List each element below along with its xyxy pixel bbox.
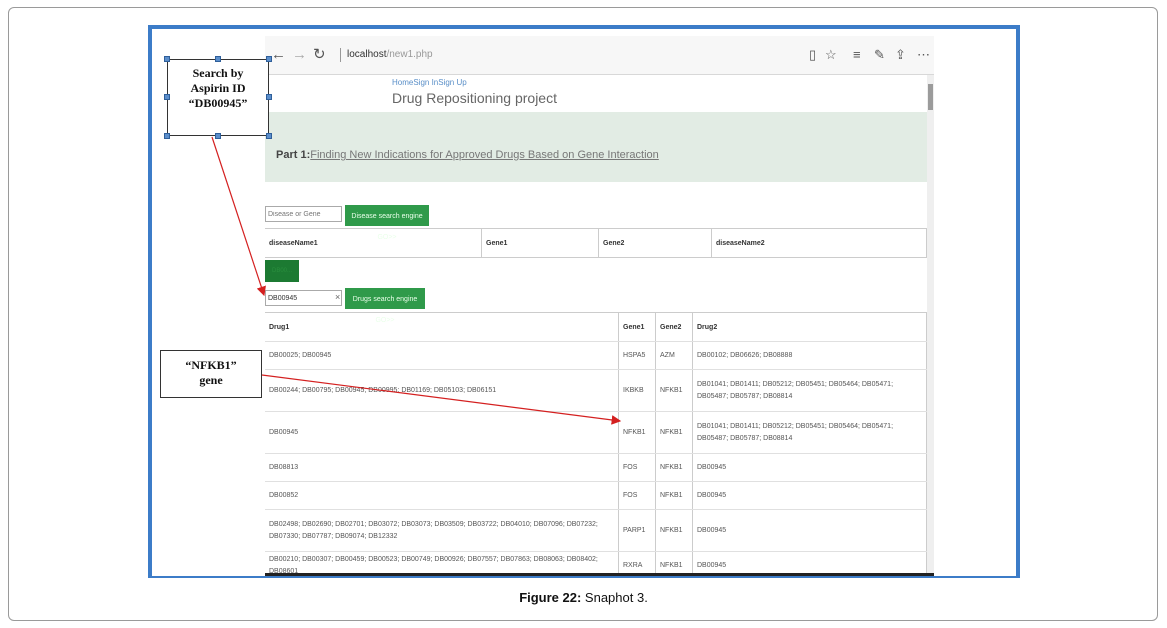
resize-handle [266, 94, 272, 100]
hub-icon[interactable]: ≡ [853, 46, 861, 64]
col-drug1: Drug1 [265, 312, 619, 342]
cell-drug2: DB00945 [692, 509, 927, 552]
scrollbar-track[interactable] [927, 75, 934, 576]
cell-drug1: DB00945 [265, 411, 619, 454]
refresh-icon[interactable]: ↻ [313, 46, 326, 64]
cell-drug1: DB08813 [265, 453, 619, 482]
more-icon[interactable]: ⋯ [917, 46, 930, 64]
callout-line: “NFKB1” [185, 358, 237, 372]
resize-handle [164, 56, 170, 62]
top-nav[interactable]: HomeSign InSign Up [392, 78, 467, 87]
page-title: Drug Repositioning project [392, 90, 557, 106]
cell-drug2: DB00945 [692, 481, 927, 510]
table-row: DB08813 FOS NFKB1 DB00945 [265, 453, 927, 482]
back-icon[interactable]: ← [271, 46, 286, 64]
cell-gene1: NFKB1 [618, 411, 656, 454]
selected-drug-chip[interactable]: DB00... [265, 260, 299, 282]
callout-line: Aspirin ID [190, 81, 246, 95]
web-note-icon[interactable]: ✎ [874, 46, 885, 64]
nfkb1-callout: “NFKB1” gene [160, 350, 262, 398]
cell-gene2: AZM [655, 341, 693, 370]
address-bar[interactable]: localhost/new1.php [340, 48, 433, 62]
address-host: localhost [347, 49, 387, 60]
caption-label: Figure 22: [519, 590, 582, 605]
scrollbar-thumb[interactable] [928, 84, 933, 110]
banner-text: Part 1:Finding New Indications for Appro… [276, 149, 659, 161]
cell-gene1: PARP1 [618, 509, 656, 552]
cell-drug2: DB00945 [692, 453, 927, 482]
cell-drug1: DB00025; DB00945 [265, 341, 619, 370]
cell-drug2: DB01041; DB01411; DB05212; DB05451; DB05… [692, 369, 927, 412]
disease-search-button[interactable]: Disease search engine GO>> [345, 205, 429, 241]
table-row: DB00852 FOS NFKB1 DB00945 [265, 481, 927, 510]
drug-search-button[interactable]: Drugs search engine GO>> [345, 288, 425, 324]
cell-gene1: FOS [618, 453, 656, 482]
resize-handle [164, 94, 170, 100]
browser-toolbar: ← → ↻ localhost/new1.php ▯ ☆ ≡ ✎ ⇪ ⋯ [265, 36, 934, 75]
col-gene2: Gene2 [598, 228, 712, 258]
cell-gene2: NFKB1 [655, 509, 693, 552]
table-row: DB00244; DB00795; DB00945; DB00995; DB01… [265, 369, 927, 412]
col-gene1: Gene1 [481, 228, 599, 258]
window-bottom-edge [265, 573, 934, 576]
cell-drug1: DB00244; DB00795; DB00945; DB00995; DB01… [265, 369, 619, 412]
browser-window: ← → ↻ localhost/new1.php ▯ ☆ ≡ ✎ ⇪ ⋯ Hom… [265, 36, 934, 576]
cell-drug2: DB00102; DB06626; DB08888 [692, 341, 927, 370]
share-icon[interactable]: ⇪ [895, 46, 906, 64]
callout-line: Search by [192, 66, 244, 80]
banner-part: Part 1: [276, 149, 311, 161]
cell-gene2: NFKB1 [655, 369, 693, 412]
aspirin-callout: Search by Aspirin ID “DB00945” [167, 59, 269, 136]
col-gene2: Gene2 [655, 312, 693, 342]
reading-view-icon[interactable]: ▯ [809, 46, 816, 64]
callout-line: gene [199, 373, 223, 387]
col-diseasename2: diseaseName2 [711, 228, 927, 258]
cell-drug1: DB00852 [265, 481, 619, 510]
col-gene1: Gene1 [618, 312, 656, 342]
cell-drug2: DB01041; DB01411; DB05212; DB05451; DB05… [692, 411, 927, 454]
header-banner: Part 1:Finding New Indications for Appro… [265, 112, 927, 182]
cell-gene2: NFKB1 [655, 453, 693, 482]
cell-gene1: IKBKB [618, 369, 656, 412]
drug-results-table: Drug1 Gene1 Gene2 Drug2 DB00025; DB00945… [265, 312, 927, 576]
resize-handle [164, 133, 170, 139]
table-row: DB02498; DB02690; DB02701; DB03072; DB03… [265, 509, 927, 552]
col-drug2: Drug2 [692, 312, 927, 342]
banner-subtitle: Finding New Indications for Approved Dru… [310, 149, 659, 161]
disease-search-input[interactable] [265, 206, 342, 222]
cell-gene1: FOS [618, 481, 656, 510]
forward-icon[interactable]: → [292, 46, 307, 64]
favorite-star-icon[interactable]: ☆ [825, 46, 837, 64]
caption-text: Snaphot 3. [581, 590, 648, 605]
drug-search-input[interactable] [265, 290, 342, 306]
resize-handle [266, 56, 272, 62]
cell-drug1: DB02498; DB02690; DB02701; DB03072; DB03… [265, 509, 619, 552]
table-row: DB00945 NFKB1 NFKB1 DB01041; DB01411; DB052… [265, 411, 927, 454]
screenshot-area: ← → ↻ localhost/new1.php ▯ ☆ ≡ ✎ ⇪ ⋯ Hom… [148, 25, 1020, 578]
cell-gene2: NFKB1 [655, 481, 693, 510]
cell-gene1: HSPA5 [618, 341, 656, 370]
address-path: /new1.php [386, 49, 433, 60]
resize-handle [215, 133, 221, 139]
resize-handle [266, 133, 272, 139]
col-diseasename1: diseaseName1 [265, 228, 482, 258]
figure-caption: Figure 22: Snaphot 3. [0, 590, 1167, 605]
clear-input-icon[interactable]: × [335, 292, 340, 302]
cell-gene2: NFKB1 [655, 411, 693, 454]
disease-results-table: diseaseName1 Gene1 Gene2 diseaseName2 [265, 228, 927, 258]
callout-line: “DB00945” [188, 96, 248, 110]
resize-handle [215, 56, 221, 62]
table-row: DB00025; DB00945 HSPA5 AZM DB00102; DB06626… [265, 341, 927, 370]
